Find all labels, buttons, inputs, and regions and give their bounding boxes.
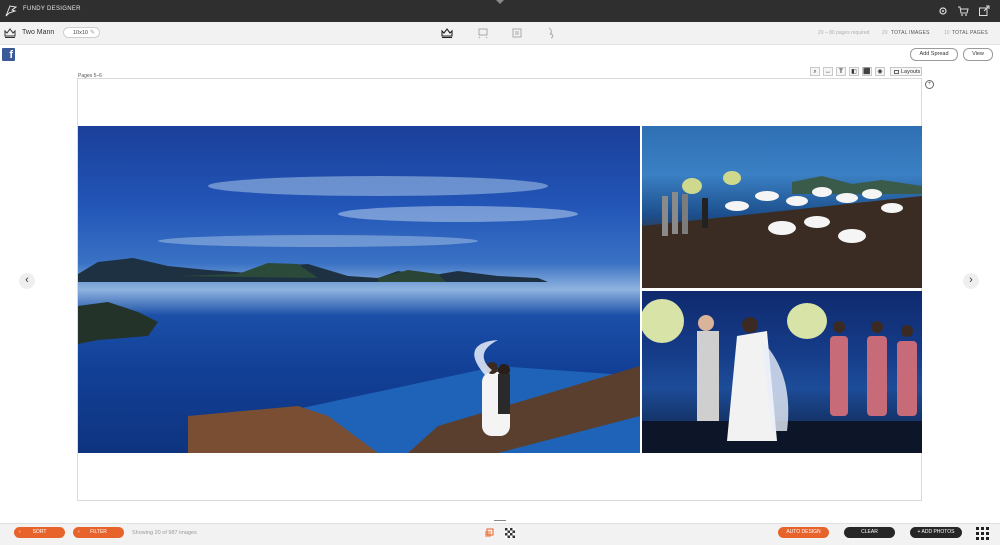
total-images-count: 20 [882,30,888,36]
showing-count-text: Showing 20 of 987 images [132,530,197,536]
app-topbar: FUNDY DESIGNER [0,0,1000,22]
pin-icon[interactable]: ⬛ [862,67,872,76]
next-spread-button[interactable]: › [963,273,979,289]
total-images-label: TOTAL IMAGES [891,30,930,36]
filter-label: FILTER [90,529,107,535]
wall-art-mode-icon[interactable] [477,27,489,39]
album-size-selector[interactable]: 10x10 ✎ [63,27,100,38]
ceremony-umbrellas-image [642,171,922,288]
seascape-couple-image [78,176,640,453]
spread-photo-main[interactable] [78,126,640,453]
eye-icon[interactable]: ◉ [875,67,885,76]
total-pages-count: 10 [944,30,950,36]
clear-button[interactable]: CLEAR [844,527,895,538]
zoom-icon[interactable]: ⌕ [810,67,820,76]
checkerboard-icon[interactable] [505,528,515,538]
external-link-icon[interactable] [978,5,990,17]
grid-icon [894,70,899,74]
app-title: FUNDY DESIGNER [23,6,81,12]
spread-photo-bottom-right[interactable] [642,291,922,453]
cart-icon[interactable] [957,5,969,17]
caret-left-icon: ‹ [19,529,21,535]
caret-left-icon: ‹ [78,529,80,535]
sort-button[interactable]: ‹ SORT [14,527,65,538]
stack-images-icon[interactable] [484,528,494,538]
layouts-button[interactable]: Layouts [890,67,922,76]
add-circle-icon[interactable]: + [925,80,934,89]
fundy-logo-icon [5,5,18,17]
layers-icon[interactable]: ◧ [849,67,859,76]
auto-design-button[interactable]: AUTO DESIGN [778,527,829,538]
settings-icon[interactable] [937,5,949,17]
couple-celebration-image [642,299,922,453]
collapse-notch-icon[interactable] [496,0,504,4]
card-mode-icon[interactable] [511,27,523,39]
blog-mode-icon[interactable] [545,27,557,39]
spread-photo-top-right[interactable] [642,126,922,288]
project-name: Two Mann [22,29,55,36]
facebook-icon[interactable]: f [2,48,15,61]
album-mode-icon[interactable] [441,27,453,39]
album-size-value: 10x10 [73,30,88,36]
project-bar: Two Mann 10x10 ✎ 20 – 80 pages required … [0,22,1000,45]
add-spread-button[interactable]: Add Spread [910,48,958,61]
add-photos-button[interactable]: + ADD PHOTOS [910,527,962,538]
grid-view-icon[interactable] [976,527,989,540]
view-button[interactable]: View [963,48,993,61]
filter-button[interactable]: ‹ FILTER [73,527,124,538]
swap-icon[interactable]: ↔ [823,67,833,76]
sort-label: SORT [32,529,47,535]
image-tray-bar: ‹ SORT ‹ FILTER Showing 20 of 987 images… [0,523,1000,545]
text-icon[interactable]: T [836,67,846,76]
pencil-icon: ✎ [89,30,95,36]
total-pages-label: TOTAL PAGES [952,30,988,36]
previous-spread-button[interactable]: ‹ [19,273,35,289]
layouts-label: Layouts [901,69,921,75]
album-icon [4,28,16,38]
pages-required-text: 20 – 80 pages required [818,30,870,36]
